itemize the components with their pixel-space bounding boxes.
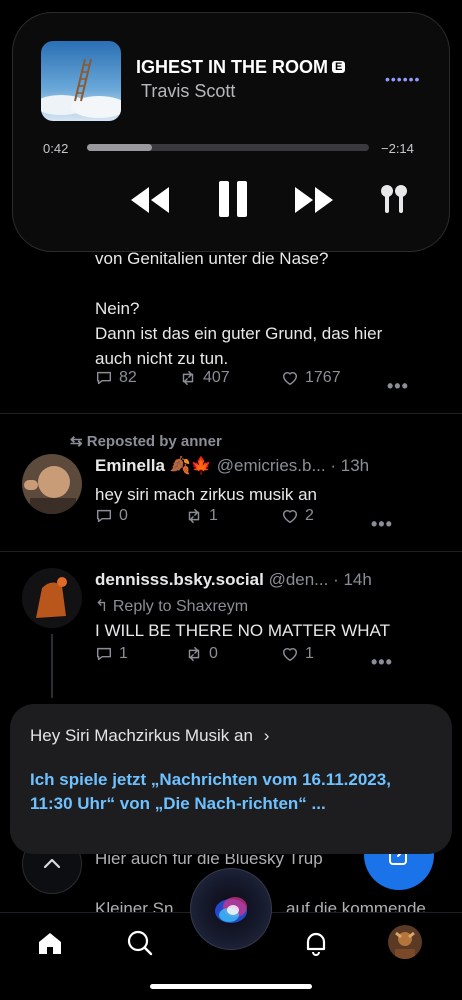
chevron-up-icon: [43, 858, 61, 869]
like-count: 2: [305, 507, 314, 524]
equalizer-icon: ••••••: [385, 71, 421, 87]
reply-icon: [96, 371, 112, 385]
repost-icon: [188, 508, 200, 524]
now-playing-widget[interactable]: IGHEST IN THE ROOM E Travis Scott •••••• …: [12, 12, 450, 252]
heart-icon: [282, 372, 298, 386]
tab-profile[interactable]: [388, 925, 422, 959]
song-title: IGHEST IN THE ROOM E: [136, 57, 346, 78]
more-button[interactable]: •••: [371, 514, 393, 535]
more-button[interactable]: •••: [371, 652, 393, 673]
heart-icon: [282, 648, 298, 662]
tab-home[interactable]: [36, 929, 64, 957]
repost-icon: [188, 646, 200, 662]
reply-to-text: Reply to Shaxreym: [112, 598, 249, 615]
reply-count: 1: [119, 645, 128, 662]
elapsed-time: 0:42: [43, 141, 69, 156]
album-art[interactable]: [41, 41, 121, 121]
heart-icon: [282, 510, 298, 524]
pause-icon: [219, 181, 247, 217]
reply-icon: [96, 647, 112, 661]
post-text-line: auch nicht zu tun.: [95, 349, 229, 368]
post-time: · 14h: [333, 570, 372, 589]
progress-bar[interactable]: [87, 144, 369, 151]
thread-line: [51, 634, 53, 698]
fast-forward-icon: [295, 187, 333, 213]
siri-orb[interactable]: [190, 868, 272, 950]
author-line: Eminella 🍂🍁 @emicries.b... · 13h: [95, 456, 369, 476]
airpods-button[interactable]: [379, 183, 409, 222]
author-handle[interactable]: @emicries.b...: [217, 456, 326, 475]
pause-button[interactable]: [217, 177, 249, 226]
post-text: von Genitalien unter die Nase? Nein? Dan…: [95, 246, 455, 371]
artist-name: Travis Scott: [141, 81, 236, 101]
author-handle[interactable]: @den...: [269, 570, 329, 589]
post-text-line: Dann ist das ein guter Grund, das hier: [95, 324, 383, 343]
reply-arrow-icon: ↰: [95, 598, 113, 615]
post-time: · 13h: [330, 456, 370, 475]
reply-to-label[interactable]: ↰ Reply to Shaxreym: [95, 596, 248, 616]
reply-icon: [96, 509, 112, 523]
siri-query[interactable]: Hey Siri Machzirkus Musik an ›: [30, 726, 269, 746]
rewind-button[interactable]: [129, 181, 171, 224]
avatar[interactable]: [22, 454, 82, 514]
author-line: dennisss.bsky.social @den... · 14h: [95, 570, 372, 590]
profile-avatar: [388, 925, 422, 959]
fast-forward-button[interactable]: [293, 181, 335, 224]
reply-count: 0: [119, 507, 128, 524]
progress-fill: [87, 144, 152, 151]
repost-count: 1: [209, 507, 218, 524]
bell-icon: [306, 932, 326, 956]
like-button[interactable]: 2: [281, 507, 314, 525]
like-button[interactable]: 1767: [281, 369, 341, 387]
siri-query-text: Hey Siri Machzirkus Musik an: [30, 726, 253, 745]
like-count: 1: [305, 645, 314, 662]
author-name[interactable]: dennisss.bsky.social: [95, 570, 264, 589]
leaf-emoji-icon: 🍂🍁: [169, 456, 212, 475]
explicit-badge: E: [332, 61, 346, 73]
repost-button[interactable]: 0: [185, 645, 218, 663]
repost-count: 0: [209, 645, 218, 662]
post-text-line: Nein?: [95, 299, 140, 318]
repost-button[interactable]: 407: [179, 369, 230, 387]
reply-button[interactable]: 82: [95, 369, 137, 387]
like-button[interactable]: 1: [281, 645, 314, 663]
more-button[interactable]: •••: [387, 376, 409, 397]
search-icon: [127, 930, 153, 956]
tab-notifications[interactable]: [302, 929, 330, 957]
siri-icon: [215, 897, 247, 923]
reply-count: 82: [119, 369, 137, 386]
repost-count: 407: [203, 369, 230, 386]
post[interactable]: ⇆ Reposted by anner Eminella 🍂🍁 @emicrie…: [0, 414, 462, 551]
avatar[interactable]: [22, 568, 82, 628]
rewind-icon: [131, 187, 169, 213]
repost-label-text: Reposted by anner: [86, 433, 222, 450]
reply-button[interactable]: 1: [95, 645, 128, 663]
airpods-icon: [381, 185, 407, 213]
post-text: hey siri mach zirkus musik an: [95, 485, 318, 504]
reply-button[interactable]: 0: [95, 507, 128, 525]
post-text: I WILL BE THERE NO MATTER WHAT: [95, 621, 391, 640]
song-title-text: IGHEST IN THE ROOM: [136, 57, 329, 77]
post[interactable]: dennisss.bsky.social @den... · 14h ↰ Rep…: [0, 552, 462, 702]
repost-label: ⇆ Reposted by anner: [70, 432, 222, 450]
home-indicator[interactable]: [150, 984, 312, 989]
tab-search[interactable]: [126, 929, 154, 957]
chevron-right-icon: ›: [263, 726, 270, 745]
siri-answer: Ich spiele jetzt „Nachrichten vom 16.11.…: [30, 770, 391, 813]
repost-icon: [182, 370, 194, 386]
repost-button[interactable]: 1: [185, 507, 218, 525]
author-name[interactable]: Eminella: [95, 456, 165, 475]
remaining-time: −2:14: [381, 141, 414, 156]
post[interactable]: von Genitalien unter die Nase? Nein? Dan…: [0, 240, 462, 412]
siri-response-card[interactable]: Hey Siri Machzirkus Musik an › Ich spiel…: [10, 704, 452, 854]
like-count: 1767: [305, 369, 341, 386]
home-icon: [39, 933, 61, 954]
repost-small-icon: ⇆: [70, 433, 87, 450]
